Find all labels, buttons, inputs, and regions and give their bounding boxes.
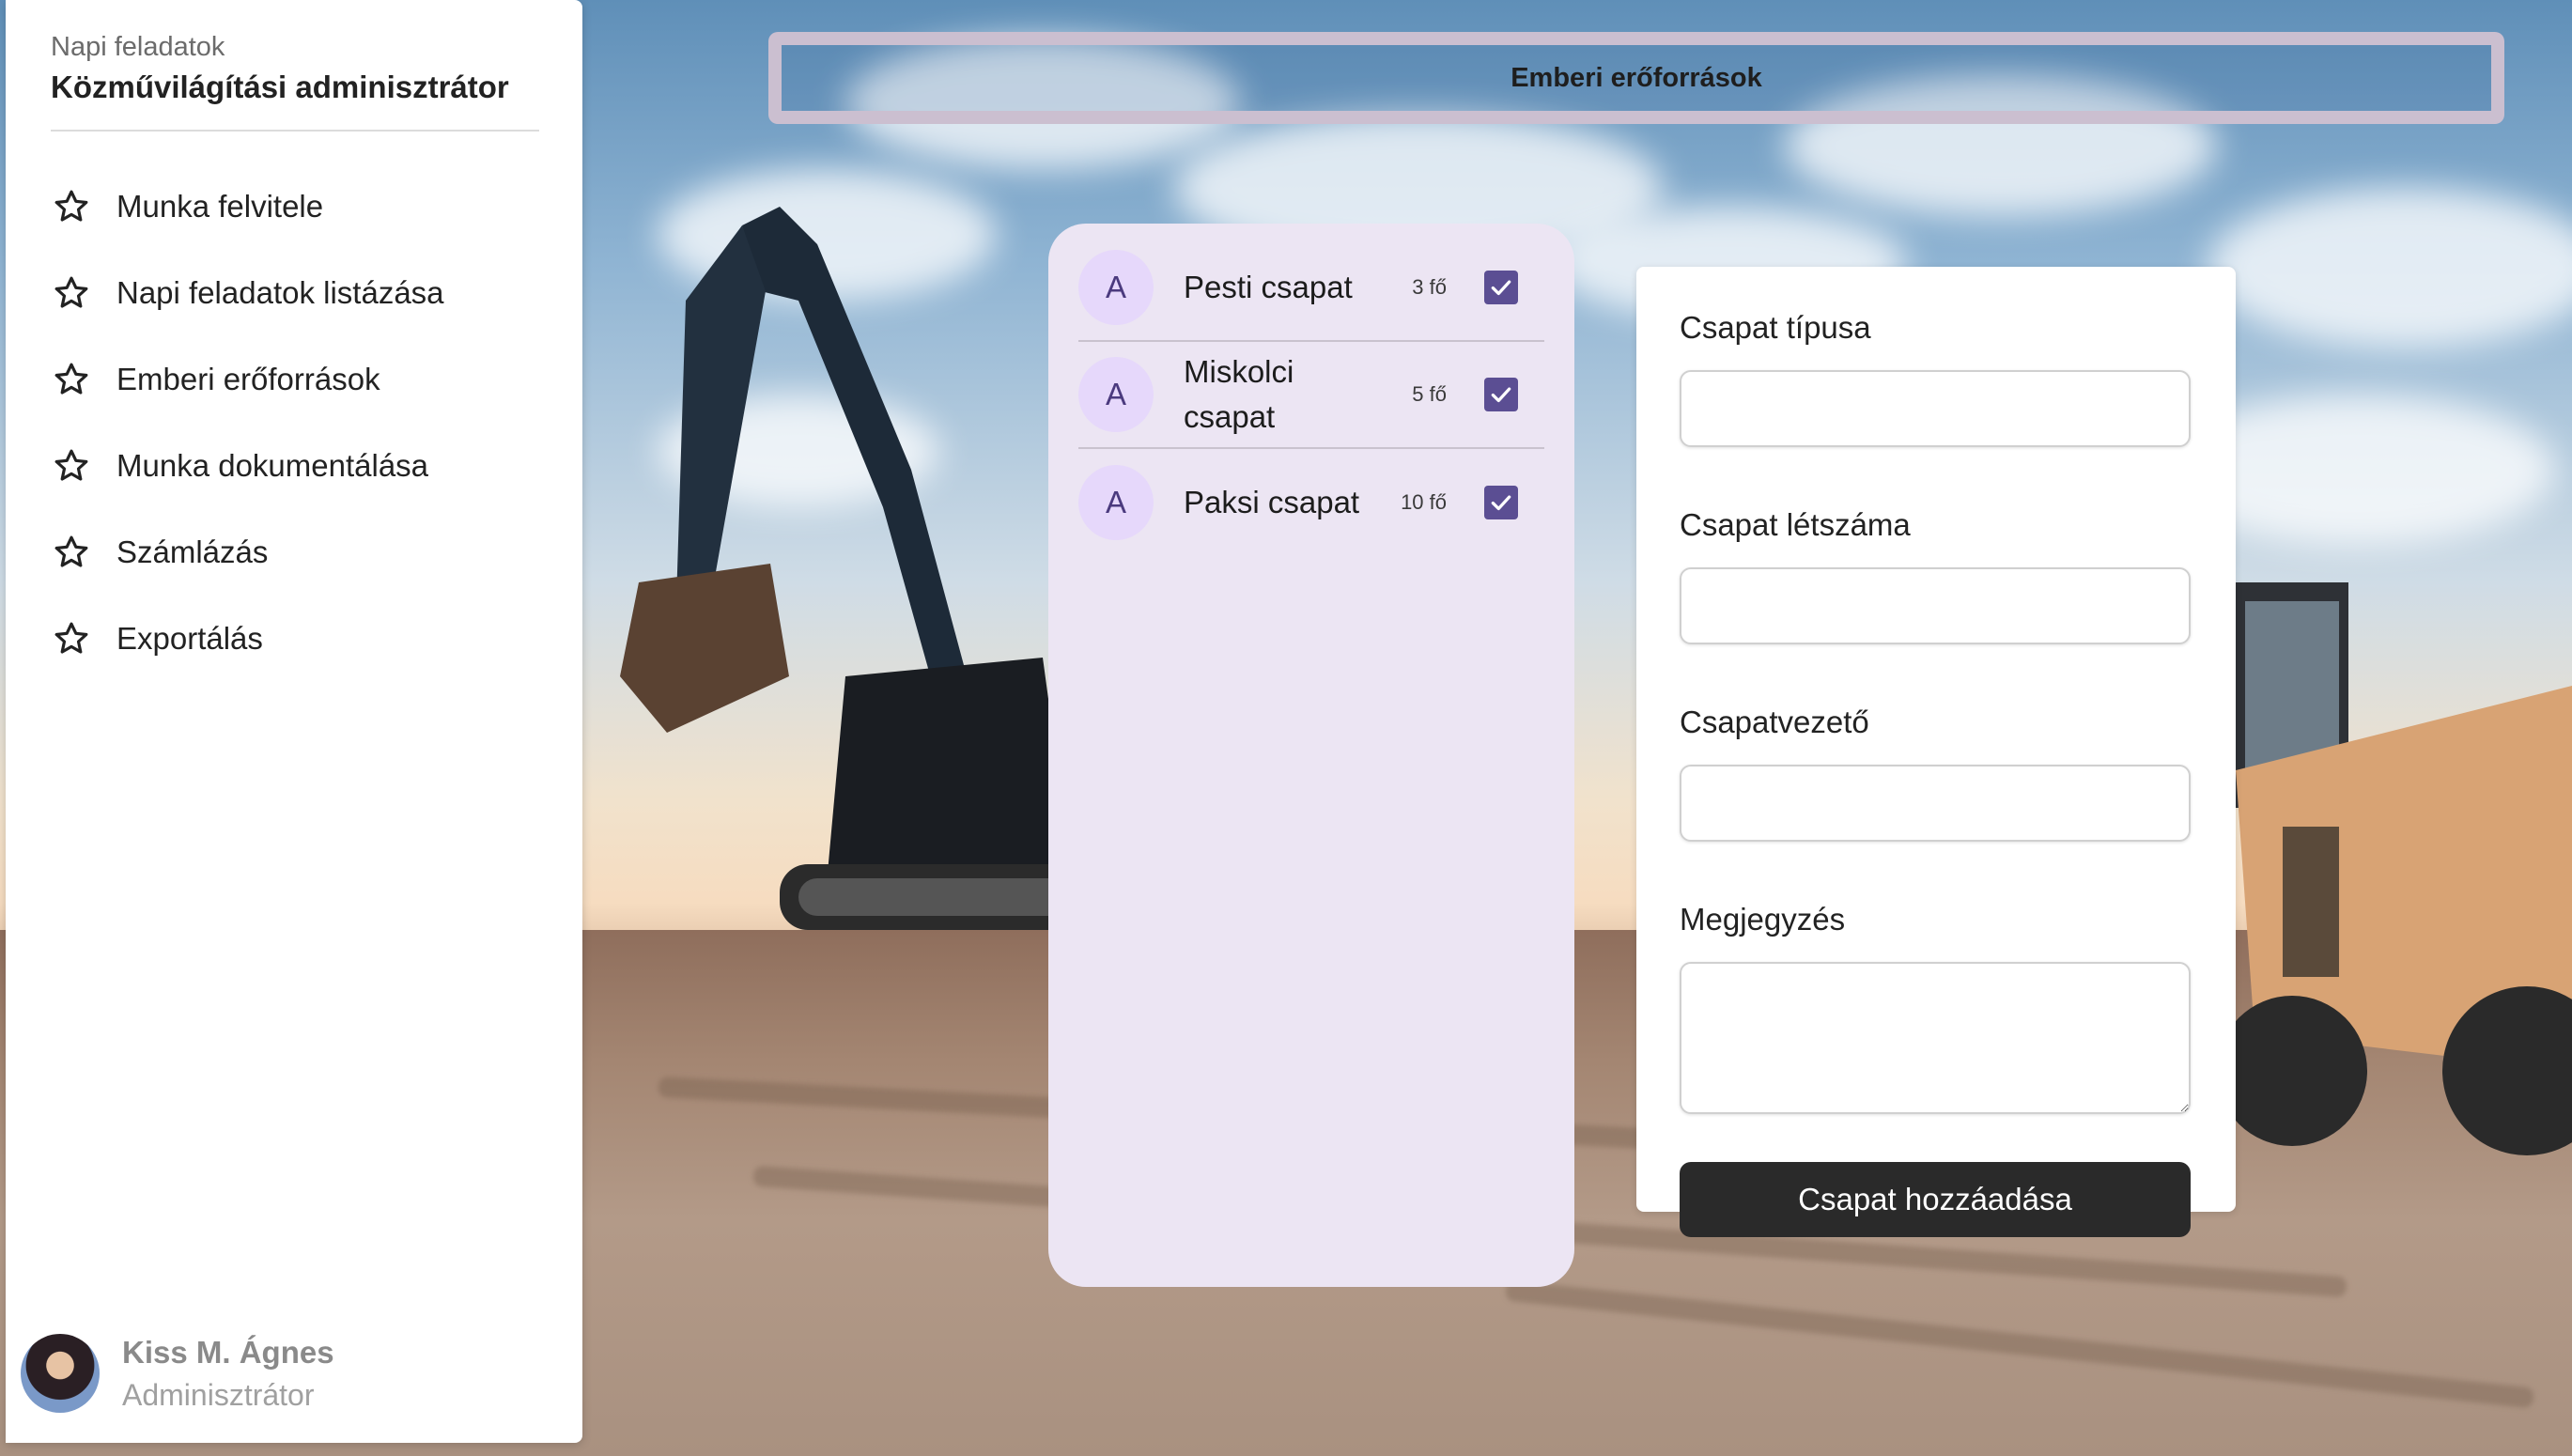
excavator-illustration xyxy=(620,207,1090,930)
user-role: Adminisztrátor xyxy=(122,1377,315,1412)
team-count: 10 fő xyxy=(1401,490,1447,514)
checkmark-icon xyxy=(1491,280,1511,296)
sidebar-item-munka-felvitele[interactable]: Munka felvitele xyxy=(51,163,558,250)
sidebar-item-exportalas[interactable]: Exportálás xyxy=(51,596,558,682)
checkmark-icon xyxy=(1491,495,1511,511)
team-size-label: Csapat létszáma xyxy=(1680,507,1911,542)
page-header: Emberi erőforrások xyxy=(768,32,2504,124)
team-count: 3 fő xyxy=(1412,275,1447,299)
sidebar-item-szamlazas[interactable]: Számlázás xyxy=(51,509,558,596)
team-leader-input[interactable] xyxy=(1680,765,2191,842)
sidebar-item-munka-dokumentalasa[interactable]: Munka dokumentálása xyxy=(51,423,558,509)
team-name: Paksi csapat xyxy=(1184,485,1360,519)
star-icon xyxy=(51,618,92,659)
add-team-form: Csapat típusa Csapat létszáma Csapatveze… xyxy=(1636,267,2236,1237)
sidebar-item-label: Emberi erőforrások xyxy=(116,362,380,396)
team-checkbox[interactable] xyxy=(1484,378,1518,411)
star-icon xyxy=(51,359,92,400)
list-item[interactable]: A Pesti csapat 3 fő xyxy=(1078,235,1544,342)
list-item[interactable]: A Paksi csapat 10 fő xyxy=(1078,449,1544,556)
star-icon xyxy=(51,186,92,227)
star-icon xyxy=(51,445,92,487)
user-profile[interactable]: Kiss M. Ágnes Adminisztrátor xyxy=(21,1334,334,1413)
star-icon xyxy=(51,272,92,314)
sidebar-item-label: Számlázás xyxy=(116,534,269,569)
team-name: Miskolci csapat xyxy=(1184,354,1294,434)
user-name: Kiss M. Ágnes xyxy=(122,1334,334,1370)
sidebar-item-label: Munka felvitele xyxy=(116,189,324,224)
sidebar-nav: Munka felvitele Napi feladatok listázása… xyxy=(51,163,558,682)
team-avatar: A xyxy=(1078,357,1154,432)
sidebar-item-label: Exportálás xyxy=(116,621,263,656)
sidebar-subtitle: Napi feladatok xyxy=(51,32,225,62)
sidebar-item-label: Munka dokumentálása xyxy=(116,448,429,483)
team-list: A Pesti csapat 3 fő A Miskolci csapat 5 … xyxy=(1048,224,1574,1287)
sidebar-item-emberi-eroforrasok[interactable]: Emberi erőforrások xyxy=(51,336,558,423)
page-title: Emberi erőforrások xyxy=(1511,62,1762,93)
team-type-input[interactable] xyxy=(1680,370,2191,447)
team-avatar: A xyxy=(1078,250,1154,325)
team-type-label: Csapat típusa xyxy=(1680,310,1871,345)
team-checkbox[interactable] xyxy=(1484,271,1518,304)
team-avatar: A xyxy=(1078,465,1154,540)
sidebar: Napi feladatok Közművilágítási adminiszt… xyxy=(6,0,582,1443)
star-icon xyxy=(51,532,92,573)
list-item[interactable]: A Miskolci csapat 5 fő xyxy=(1078,342,1544,449)
team-checkbox[interactable] xyxy=(1484,486,1518,519)
sidebar-item-napi-feladatok[interactable]: Napi feladatok listázása xyxy=(51,250,558,336)
note-label: Megjegyzés xyxy=(1680,902,1846,937)
sidebar-app-title: Közművilágítási adminisztrátor xyxy=(51,70,509,104)
team-leader-label: Csapatvezető xyxy=(1680,705,1869,739)
avatar xyxy=(21,1334,100,1413)
team-name: Pesti csapat xyxy=(1184,270,1353,304)
team-size-input[interactable] xyxy=(1680,567,2191,644)
checkmark-icon xyxy=(1491,387,1511,403)
add-team-button[interactable]: Csapat hozzáadása xyxy=(1680,1162,2191,1237)
team-count: 5 fő xyxy=(1412,382,1447,406)
sidebar-item-label: Napi feladatok listázása xyxy=(116,275,444,310)
note-textarea[interactable] xyxy=(1680,962,2191,1114)
loader-illustration xyxy=(2217,582,2572,1155)
sidebar-divider xyxy=(51,130,539,132)
